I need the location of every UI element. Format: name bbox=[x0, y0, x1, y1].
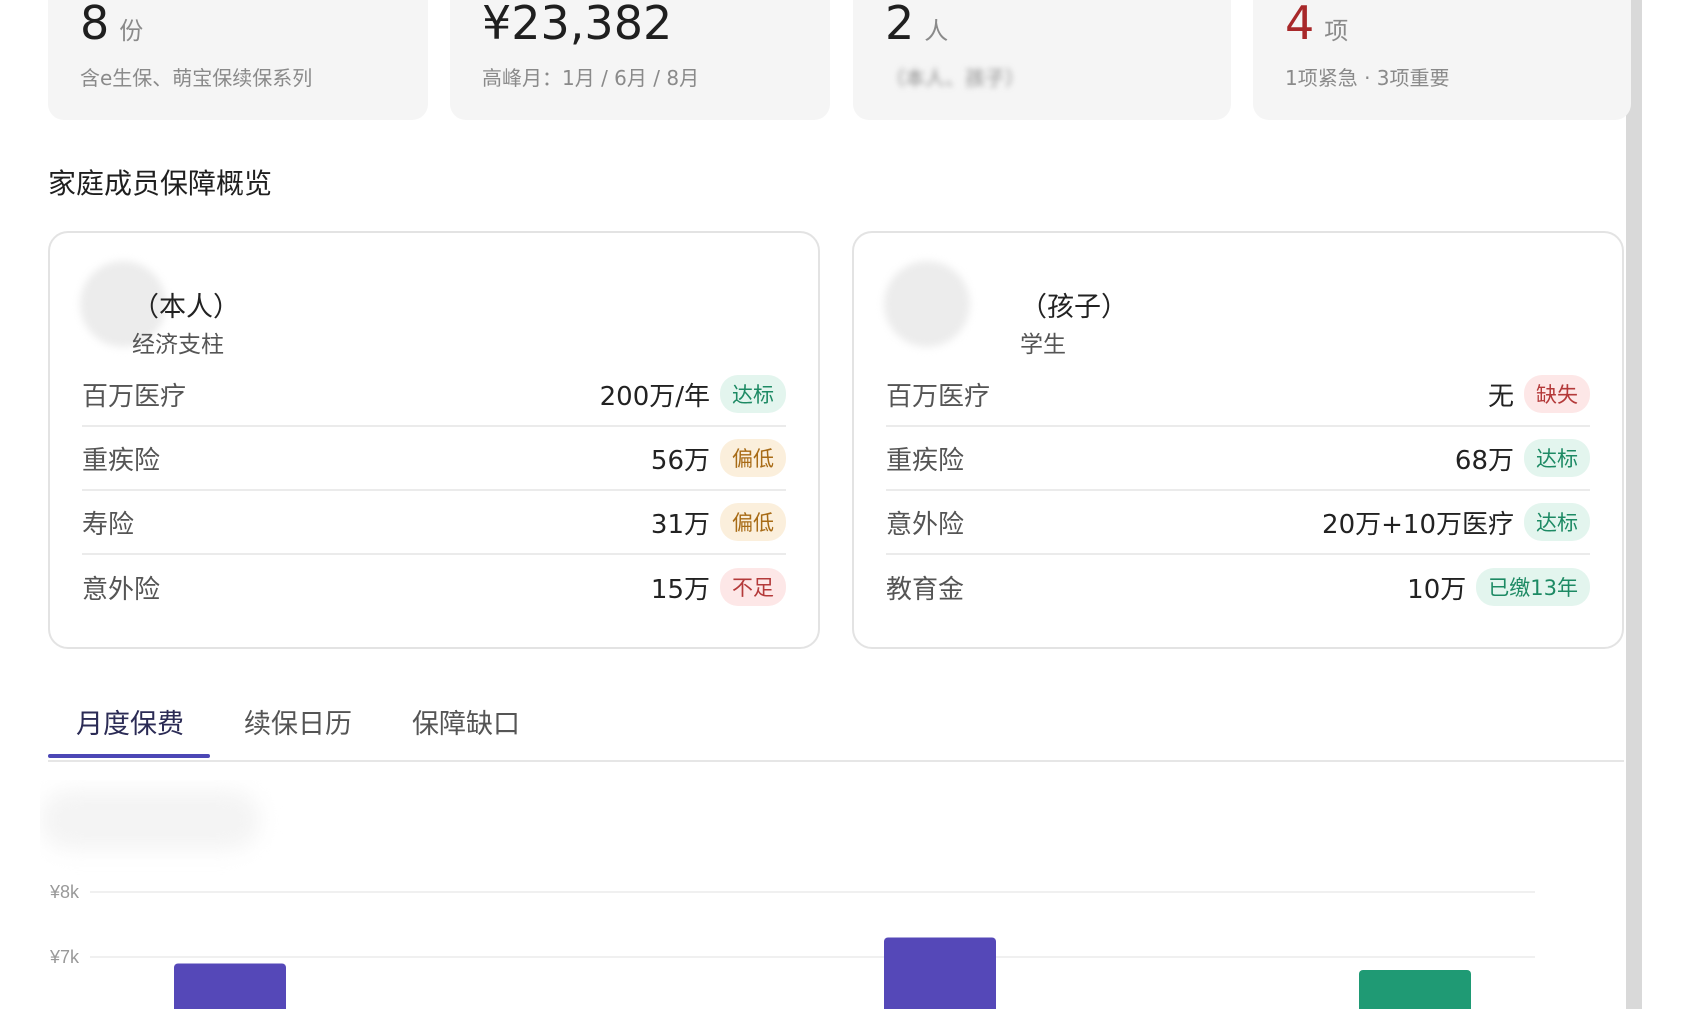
tab-label: 月度保费 bbox=[76, 709, 184, 740]
stat-card-annual-premium: ¥23,382 高峰月：1月 / 6月 / 8月 bbox=[450, 0, 830, 120]
chart-redacted-area bbox=[40, 790, 260, 850]
tab-coverage-gaps[interactable]: 保障缺口 bbox=[384, 690, 548, 756]
avatar bbox=[884, 261, 970, 347]
stat-unit: 项 bbox=[1324, 17, 1349, 45]
member-card-self[interactable]: （本人） 经济支柱 百万医疗 200万/年 达标 重疾险 56万 偏低 寿险 31万… bbox=[48, 231, 820, 649]
stat-number: 4 bbox=[1285, 0, 1315, 50]
chart-bar[interactable] bbox=[884, 937, 996, 1009]
y-tick-label: ¥7k bbox=[49, 947, 80, 967]
member-name: （孩子） bbox=[1020, 292, 1128, 323]
status-badge: 偏低 bbox=[720, 503, 786, 541]
stat-value: 4项 bbox=[1285, 0, 1348, 50]
member-role: 学生 bbox=[1020, 332, 1066, 358]
status-badge: 达标 bbox=[1524, 503, 1590, 541]
coverage-row: 寿险 31万 偏低 bbox=[82, 491, 786, 555]
section-title: 家庭成员保障概览 bbox=[48, 167, 273, 200]
coverage-value: 68万 bbox=[1454, 445, 1514, 476]
coverage-name: 意外险 bbox=[886, 509, 965, 540]
stat-unit: 人 bbox=[924, 17, 949, 45]
coverage-value: 15万 bbox=[650, 574, 710, 605]
scrollbar[interactable] bbox=[1626, 0, 1642, 1009]
coverage-row: 意外险 20万+10万医疗 达标 bbox=[886, 491, 1590, 555]
stat-value: ¥23,382 bbox=[482, 0, 682, 50]
stat-subtitle: （本人、孩子） bbox=[885, 66, 1025, 90]
y-tick-label: ¥8k bbox=[49, 882, 80, 902]
stat-card-members: 2人 （本人、孩子） bbox=[853, 0, 1231, 120]
stat-subtitle: 高峰月：1月 / 6月 / 8月 bbox=[482, 66, 700, 90]
coverage-row: 重疾险 68万 达标 bbox=[886, 427, 1590, 491]
status-badge: 达标 bbox=[1524, 439, 1590, 477]
stat-value: 8份 bbox=[80, 0, 143, 50]
stat-number: ¥23,382 bbox=[482, 0, 673, 50]
stat-unit: 份 bbox=[119, 17, 144, 45]
coverage-value: 31万 bbox=[650, 509, 710, 540]
status-badge: 已缴13年 bbox=[1476, 568, 1590, 606]
chart-bar[interactable] bbox=[174, 963, 286, 1009]
coverage-name: 教育金 bbox=[886, 574, 965, 605]
stat-subtitle: 含e生保、萌宝保续保系列 bbox=[80, 66, 313, 90]
coverage-value: 10万 bbox=[1407, 574, 1467, 605]
coverage-value: 56万 bbox=[650, 445, 710, 476]
chart-svg: ¥8k ¥7k bbox=[49, 882, 1535, 1009]
tab-monthly-premium[interactable]: 月度保费 bbox=[48, 690, 212, 758]
coverage-name: 意外险 bbox=[82, 574, 161, 605]
coverage-row: 百万医疗 无缺失 bbox=[886, 363, 1590, 427]
coverage-name: 百万医疗 bbox=[886, 381, 991, 412]
coverage-name: 百万医疗 bbox=[82, 381, 187, 412]
tab-renewal-calendar[interactable]: 续保日历 bbox=[216, 690, 380, 756]
coverage-list: 百万医疗 无缺失 重疾险 68万 达标 意外险 20万+10万医疗 达标 教育金 1… bbox=[886, 363, 1590, 619]
coverage-row: 教育金 10万 已缴13年 bbox=[886, 555, 1590, 619]
tab-bar: 月度保费 续保日历 保障缺口 bbox=[48, 690, 1624, 762]
monthly-premium-chart: ¥8k ¥7k bbox=[40, 780, 1560, 1009]
stat-number: 2 bbox=[885, 0, 915, 50]
chart-bar[interactable] bbox=[1359, 970, 1471, 1009]
tab-label: 保障缺口 bbox=[412, 709, 520, 740]
coverage-value: 20万+10万医疗 bbox=[1322, 509, 1514, 540]
coverage-name: 寿险 bbox=[82, 509, 135, 540]
member-card-child[interactable]: （孩子） 学生 百万医疗 无缺失 重疾险 68万 达标 意外险 20万+10万医疗… bbox=[852, 231, 1624, 649]
status-badge: 缺失 bbox=[1524, 375, 1590, 413]
coverage-list: 百万医疗 200万/年 达标 重疾险 56万 偏低 寿险 31万 偏低 意外险 15万… bbox=[82, 363, 786, 619]
coverage-row: 意外险 15万 不足 bbox=[82, 555, 786, 619]
coverage-value: 200万/年 bbox=[599, 381, 710, 412]
stat-value: 2人 bbox=[885, 0, 948, 50]
stat-card-policies: 8份 含e生保、萌宝保续保系列 bbox=[48, 0, 428, 120]
status-badge: 不足 bbox=[720, 568, 786, 606]
coverage-value: 无 bbox=[1487, 381, 1514, 412]
stat-card-gaps: 4项 1项紧急 · 3项重要 bbox=[1253, 0, 1631, 120]
status-badge: 达标 bbox=[720, 375, 786, 413]
coverage-row: 重疾险 56万 偏低 bbox=[82, 427, 786, 491]
stat-subtitle: 1项紧急 · 3项重要 bbox=[1285, 66, 1450, 90]
coverage-row: 百万医疗 200万/年 达标 bbox=[82, 363, 786, 427]
status-badge: 偏低 bbox=[720, 439, 786, 477]
tab-label: 续保日历 bbox=[244, 709, 352, 740]
coverage-name: 重疾险 bbox=[82, 445, 161, 476]
member-role: 经济支柱 bbox=[132, 332, 224, 358]
coverage-name: 重疾险 bbox=[886, 445, 965, 476]
stat-number: 8 bbox=[80, 0, 110, 50]
active-tab-indicator bbox=[48, 754, 210, 758]
member-name: （本人） bbox=[132, 292, 240, 323]
